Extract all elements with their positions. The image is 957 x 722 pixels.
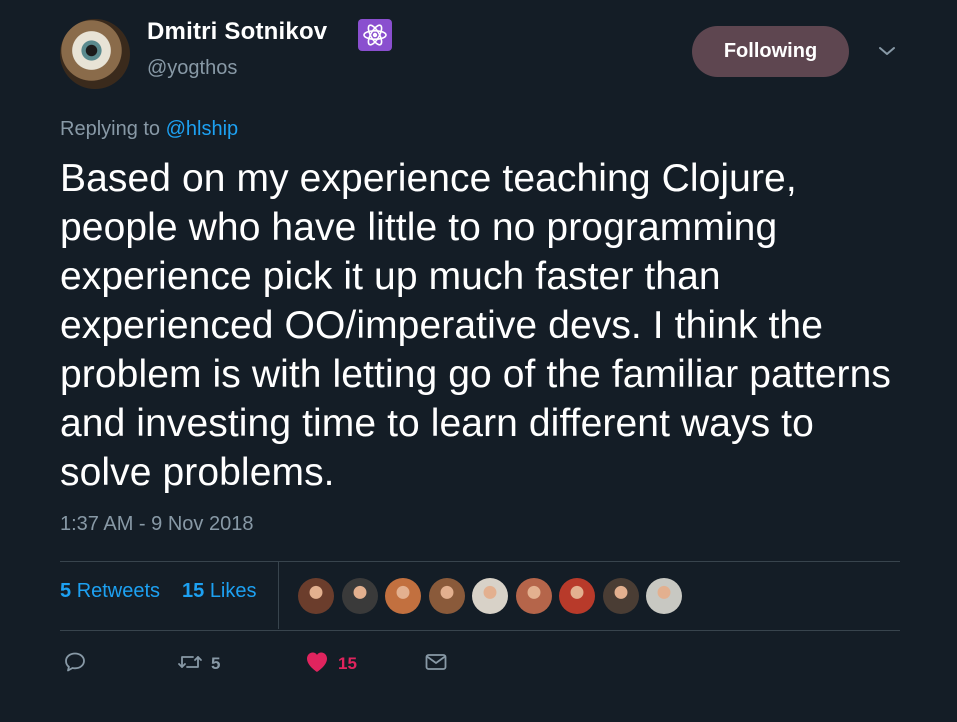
divider-top <box>60 561 900 562</box>
tweet-timestamp[interactable]: 1:37 AM - 9 Nov 2018 <box>60 513 253 536</box>
reply-action[interactable] <box>63 650 87 678</box>
liker-avatar[interactable] <box>515 578 552 614</box>
retweet-action[interactable]: 5 <box>177 650 220 678</box>
liker-avatar[interactable] <box>298 578 334 614</box>
retweets-stat[interactable]: 5 Retweets <box>60 580 160 603</box>
envelope-icon <box>424 650 448 679</box>
liker-avatar[interactable] <box>472 578 508 614</box>
stats-divider <box>278 561 279 629</box>
liker-avatar[interactable] <box>602 578 639 614</box>
like-count: 15 <box>338 654 357 673</box>
likes-count: 15 <box>182 580 205 602</box>
atom-icon <box>358 19 392 51</box>
liker-avatar[interactable] <box>341 578 378 614</box>
heart-icon <box>304 650 330 679</box>
replying-to: Replying to @hlship <box>60 118 238 141</box>
retweet-icon <box>177 650 203 679</box>
liker-avatar[interactable] <box>559 578 595 614</box>
liker-avatar[interactable] <box>646 578 682 614</box>
following-button[interactable]: Following <box>692 26 849 77</box>
retweet-count: 5 <box>211 654 221 673</box>
chevron-down-icon[interactable] <box>877 41 897 61</box>
reply-handle-link[interactable]: @hlship <box>166 118 239 140</box>
like-action[interactable]: 15 <box>304 650 357 678</box>
message-action[interactable] <box>424 650 448 678</box>
author-avatar[interactable] <box>60 19 130 89</box>
retweets-label: Retweets <box>76 580 161 602</box>
reply-icon <box>63 650 87 679</box>
likes-label: Likes <box>209 580 257 602</box>
retweets-count: 5 <box>60 580 72 602</box>
liker-avatar[interactable] <box>385 578 421 614</box>
author-name[interactable]: Dmitri Sotnikov <box>147 18 327 46</box>
liker-avatar[interactable] <box>428 578 465 614</box>
replying-prefix: Replying to <box>60 118 166 140</box>
likes-stat[interactable]: 15 Likes <box>182 580 257 603</box>
author-handle[interactable]: @yogthos <box>147 57 237 80</box>
tweet-text: Based on my experience teaching Clojure,… <box>60 157 891 494</box>
divider-bottom <box>60 630 900 631</box>
